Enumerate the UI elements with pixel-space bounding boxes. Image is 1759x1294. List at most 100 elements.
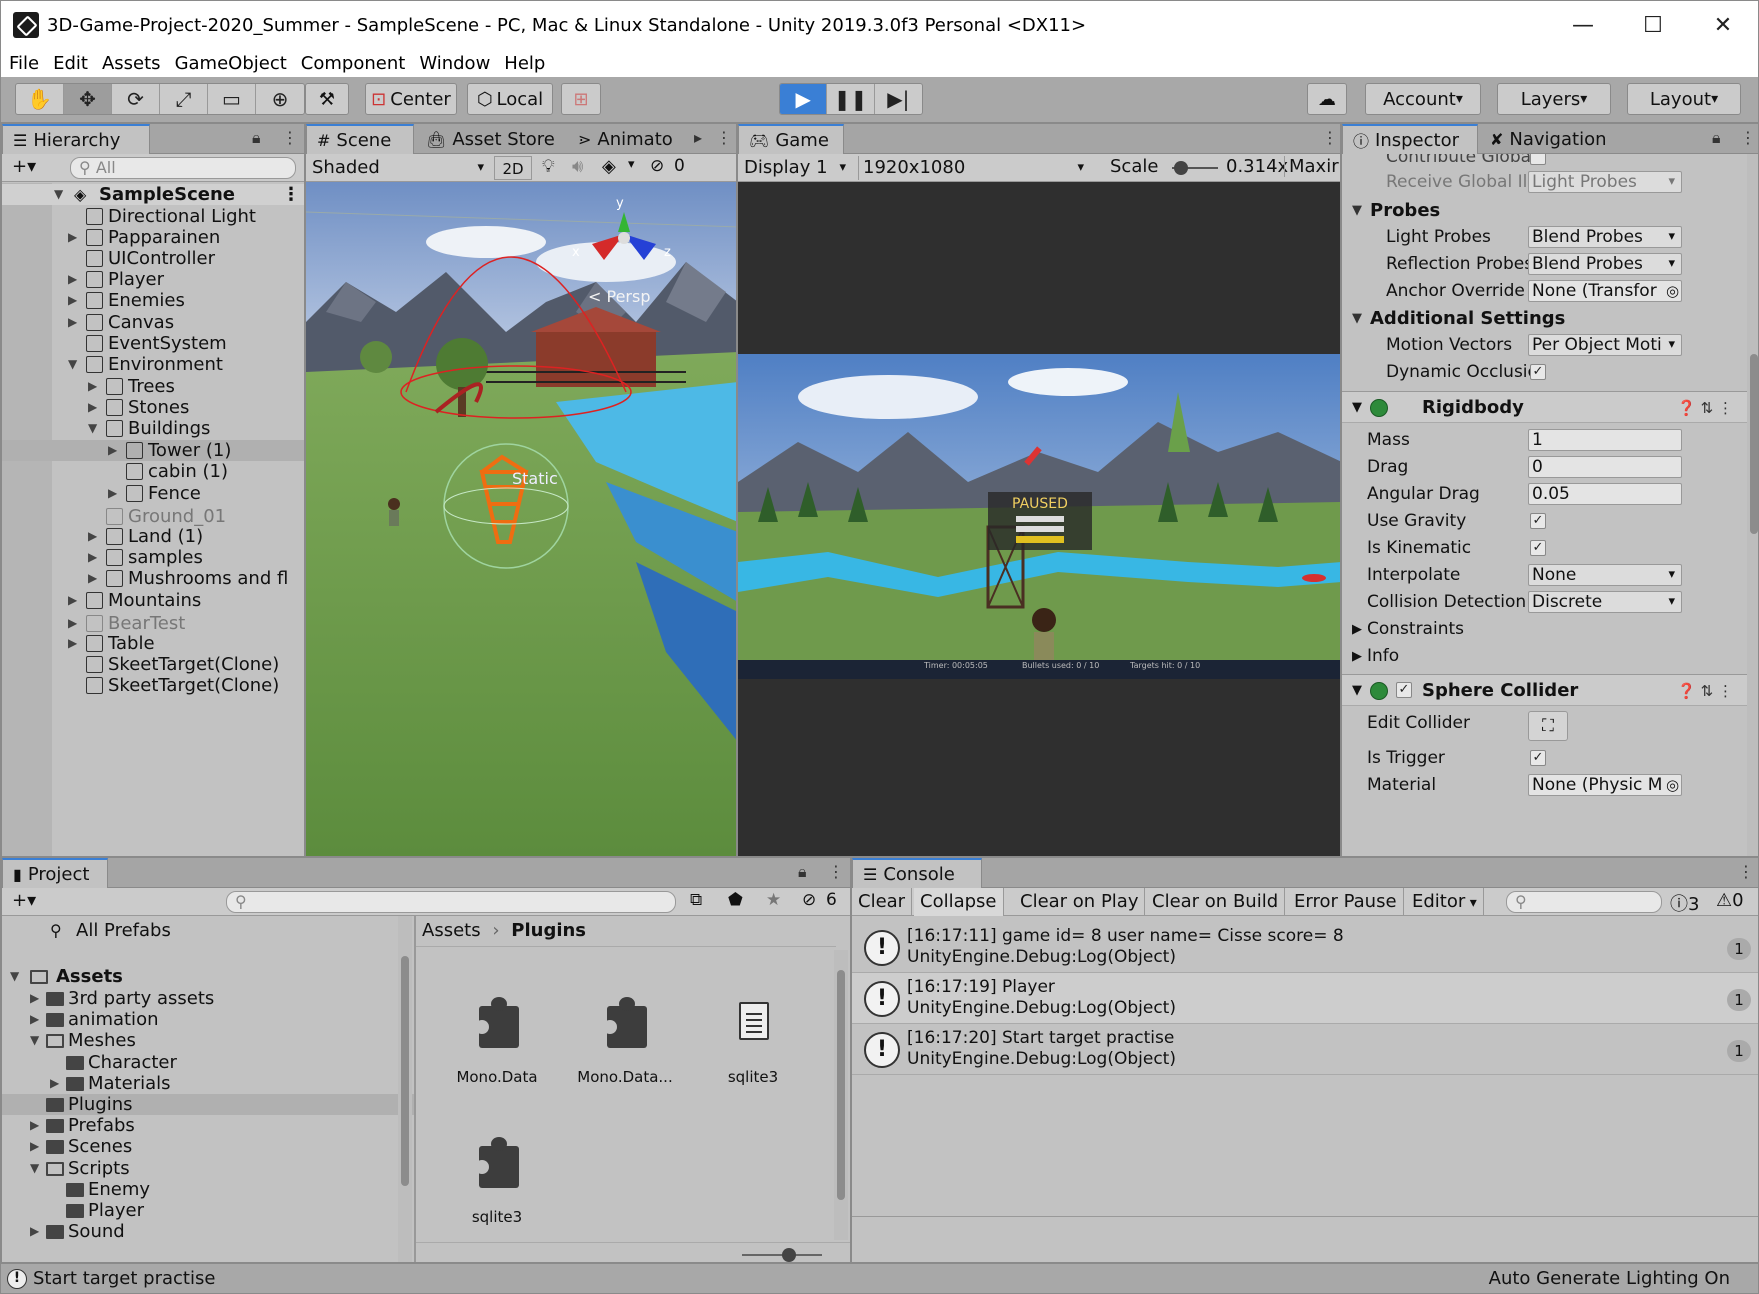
layers-dropdown[interactable]: Layers bbox=[1497, 83, 1611, 115]
info-row[interactable]: ▶ Info bbox=[1342, 643, 1747, 670]
hierarchy-item[interactable]: ▼ Buildings bbox=[2, 418, 304, 439]
expand-arrow-icon[interactable]: ▶ bbox=[68, 290, 77, 311]
help-icon[interactable]: ❓ bbox=[1677, 682, 1696, 700]
step-icon[interactable]: ▶| bbox=[875, 84, 922, 114]
effects-dropdown-icon[interactable]: ▾ bbox=[628, 157, 635, 172]
hierarchy-item[interactable]: ▶ Canvas bbox=[2, 312, 304, 333]
edit-collider-icon[interactable]: ⛶ bbox=[1528, 711, 1568, 741]
project-folder-item[interactable]: Enemy bbox=[2, 1179, 414, 1200]
game-more-options-icon[interactable]: ⋮ bbox=[1322, 128, 1338, 147]
console-clear-on-play-button[interactable]: Clear on Play bbox=[1014, 888, 1146, 916]
probes-section-header[interactable]: ▼ Probes bbox=[1342, 197, 1747, 225]
project-folder-item[interactable]: Player bbox=[2, 1200, 414, 1221]
effects-toggle-icon[interactable]: ◈ bbox=[602, 156, 616, 177]
motion-vectors-dropdown[interactable]: Per Object Moti bbox=[1528, 334, 1682, 356]
contribute-gi-checkbox[interactable] bbox=[1530, 154, 1546, 165]
create-add-icon[interactable]: +▾ bbox=[12, 156, 36, 177]
expand-arrow-icon[interactable]: ▶ bbox=[50, 1073, 59, 1094]
hierarchy-item[interactable]: ▶ Mountains bbox=[2, 590, 304, 611]
expand-arrow-icon[interactable]: ▶ bbox=[30, 1221, 39, 1242]
asset-item[interactable]: Mono.Data... bbox=[570, 996, 680, 1086]
expand-arrow-icon[interactable]: ▼ bbox=[88, 418, 97, 439]
asset-area-scrollbar-thumb[interactable] bbox=[837, 970, 845, 1200]
receive-gi-dropdown[interactable]: Light Probes bbox=[1528, 171, 1682, 193]
console-warning-toggle[interactable]: ⓘ3 bbox=[1670, 890, 1699, 916]
expand-arrow-icon[interactable]: ▶ bbox=[68, 613, 77, 634]
pivot-local-button[interactable]: ⬡ Local bbox=[467, 83, 553, 115]
hierarchy-search-input[interactable]: ⚲ All bbox=[70, 157, 296, 179]
custom-tool-icon[interactable]: ⚒ bbox=[305, 83, 349, 115]
inspector-scrollbar-thumb[interactable] bbox=[1750, 354, 1758, 534]
collision-detection-dropdown[interactable]: Discrete bbox=[1528, 591, 1682, 613]
transform-tool-icon[interactable]: ⊕ bbox=[256, 84, 304, 114]
status-message[interactable]: Start target practise bbox=[33, 1264, 215, 1293]
console-more-options-icon[interactable]: ⋮ bbox=[1738, 862, 1754, 881]
scene-more-options-icon[interactable]: ⋮ bbox=[716, 128, 732, 147]
expand-arrow-icon[interactable]: ▶ bbox=[68, 590, 77, 611]
breadcrumb-assets[interactable]: Assets bbox=[422, 920, 481, 941]
use-gravity-checkbox[interactable]: ✓ bbox=[1530, 513, 1546, 529]
hierarchy-item[interactable]: ▶ BearTest bbox=[2, 613, 304, 634]
inspector-scrollbar[interactable] bbox=[1747, 154, 1758, 856]
dynamic-occlusion-checkbox[interactable]: ✓ bbox=[1530, 364, 1546, 380]
hierarchy-item[interactable]: ▶ Tower (1) bbox=[2, 440, 304, 461]
menu-component[interactable]: Component bbox=[301, 53, 406, 74]
additional-settings-header[interactable]: ▼ Additional Settings bbox=[1342, 305, 1747, 333]
console-search-input[interactable]: ⚲ bbox=[1506, 891, 1662, 913]
resolution-dropdown[interactable]: 1920x1080 ▾ bbox=[858, 156, 1088, 180]
tab-asset-store[interactable]: 👜︎ Asset Store bbox=[416, 124, 566, 154]
auto-generate-lighting-status[interactable]: Auto Generate Lighting On bbox=[1489, 1264, 1730, 1293]
tab-console[interactable]: ☰ Console bbox=[852, 858, 982, 888]
asset-item[interactable]: sqlite3 bbox=[442, 1136, 552, 1226]
menu-assets[interactable]: Assets bbox=[102, 53, 161, 74]
project-more-options-icon[interactable]: ⋮ bbox=[828, 862, 844, 881]
console-detail-divider[interactable] bbox=[852, 1216, 1758, 1217]
icon-size-slider-handle[interactable] bbox=[782, 1248, 796, 1262]
minimize-button[interactable]: — bbox=[1548, 1, 1618, 49]
display-dropdown[interactable]: Display 1 ▾ bbox=[740, 156, 850, 180]
expand-arrow-icon[interactable]: ▶ bbox=[88, 568, 97, 589]
hierarchy-item[interactable]: Ground_01 bbox=[2, 506, 304, 527]
interpolate-dropdown[interactable]: None bbox=[1528, 564, 1682, 586]
expand-arrow-icon[interactable]: ▶ bbox=[30, 1009, 39, 1030]
menu-edit[interactable]: Edit bbox=[53, 53, 88, 74]
log-entry[interactable]: ! [16:17:11] game id= 8 user name= Cisse … bbox=[852, 922, 1758, 973]
expand-arrow-icon[interactable]: ▶ bbox=[30, 1115, 39, 1136]
breadcrumb-plugins[interactable]: Plugins bbox=[511, 920, 586, 941]
console-clear-button[interactable]: Clear bbox=[852, 888, 913, 916]
is-trigger-checkbox[interactable]: ✓ bbox=[1530, 750, 1546, 766]
anchor-override-field[interactable]: None (Transfor bbox=[1528, 280, 1682, 302]
object-picker-icon[interactable]: ◎ bbox=[1666, 278, 1679, 305]
project-folder-item[interactable]: ▶ Scenes bbox=[2, 1136, 414, 1157]
tab-hierarchy[interactable]: ☰ Hierarchy bbox=[2, 124, 150, 154]
project-folder-item[interactable]: ▼ Meshes bbox=[2, 1030, 414, 1051]
expand-arrow-icon[interactable]: ▶ bbox=[88, 547, 97, 568]
expand-arrow-icon[interactable]: ▼ bbox=[30, 1158, 39, 1179]
project-folder-item[interactable]: Character bbox=[2, 1052, 414, 1073]
console-error-pause-button[interactable]: Error Pause bbox=[1288, 888, 1404, 916]
mass-input[interactable]: 1 bbox=[1528, 429, 1682, 451]
project-tree-scrollbar[interactable] bbox=[398, 916, 412, 1262]
expand-arrow-icon[interactable]: ▶ bbox=[68, 633, 77, 654]
persp-label[interactable]: < Persp bbox=[588, 287, 650, 306]
inspector-lock-icon[interactable]: 🔒︎ bbox=[1712, 128, 1721, 148]
hierarchy-item[interactable]: ▶ Trees bbox=[2, 376, 304, 397]
more-options-icon[interactable]: ⋮ bbox=[282, 128, 298, 147]
search-by-type-icon[interactable]: ⧉ bbox=[690, 890, 702, 910]
light-probes-dropdown[interactable]: Blend Probes bbox=[1528, 226, 1682, 248]
hand-tool-icon[interactable]: ✋ bbox=[16, 84, 64, 114]
presets-icon[interactable]: ⇅ bbox=[1701, 399, 1714, 417]
material-field[interactable]: None (Physic M bbox=[1528, 774, 1682, 796]
project-folder-item[interactable]: ▶ animation bbox=[2, 1009, 414, 1030]
project-folder-item[interactable]: ▶ Materials bbox=[2, 1073, 414, 1094]
rect-tool-icon[interactable]: ▭ bbox=[208, 84, 256, 114]
project-folder-item[interactable]: ▶ Sound bbox=[2, 1221, 414, 1242]
tab-game[interactable]: 🎮︎ Game bbox=[738, 124, 844, 154]
hierarchy-item[interactable]: ▶ Papparainen bbox=[2, 227, 304, 248]
console-error-toggle[interactable]: ⚠0 bbox=[1716, 890, 1744, 911]
hierarchy-item[interactable]: ▶ Table bbox=[2, 633, 304, 654]
tab-animator[interactable]: ⋗ Animato bbox=[568, 124, 698, 154]
object-picker-icon[interactable]: ◎ bbox=[1666, 772, 1679, 799]
component-menu-icon[interactable]: ⋮ bbox=[1718, 399, 1733, 417]
hierarchy-item[interactable]: ▶ Mushrooms and fl bbox=[2, 568, 304, 589]
